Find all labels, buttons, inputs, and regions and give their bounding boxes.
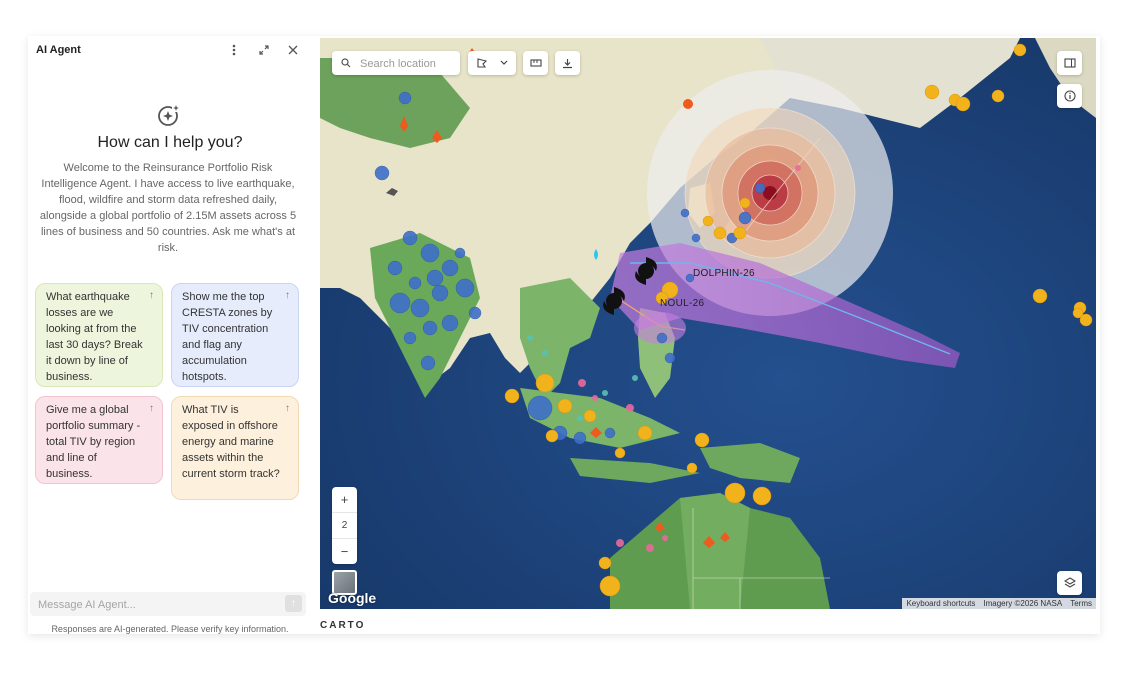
arrow-up-icon: ↑ [285, 290, 290, 301]
chevron-down-icon [500, 60, 508, 65]
info-icon [1063, 90, 1076, 102]
help-heading: How can I help you? [97, 134, 243, 151]
arrow-up-icon: ↑ [285, 403, 290, 414]
arrow-up-icon: ↑ [149, 290, 154, 301]
zoom-control: + 2 − [332, 487, 357, 564]
close-icon[interactable] [284, 41, 302, 59]
download-icon [563, 58, 572, 68]
ai-disclaimer: Responses are AI-generated. Please verif… [51, 624, 289, 634]
imagery-credit: Imagery ©2026 NASA [983, 599, 1063, 608]
side-panel-icon [1063, 58, 1076, 68]
layers-icon [1063, 577, 1076, 588]
download-button[interactable] [555, 51, 580, 75]
zoom-level: 2 [332, 512, 357, 539]
message-input[interactable] [36, 595, 276, 615]
carto-logo: CARTO [320, 620, 366, 631]
map-canvas [320, 38, 1096, 609]
zoom-in-button[interactable]: + [332, 487, 357, 512]
zoom-out-button[interactable]: − [332, 539, 357, 564]
google-logo: Google [328, 590, 377, 606]
message-composer: ↑ [30, 592, 306, 616]
welcome-text: Welcome to the Reinsurance Portfolio Ris… [39, 162, 297, 254]
suggestion-offshore-energy[interactable]: ↑ What TIV is exposed in offshore energy… [171, 396, 299, 500]
suggestion-text: What earthquake losses are we looking at… [46, 291, 143, 383]
map-attribution: Keyboard shortcuts Imagery ©2026 NASA Te… [902, 598, 1096, 609]
ai-sparkle-icon [158, 104, 180, 126]
suggestion-text: What TIV is exposed in offshore energy a… [182, 404, 280, 480]
location-search [332, 51, 460, 75]
arrow-up-icon: ↑ [149, 403, 154, 414]
info-button[interactable] [1057, 84, 1082, 108]
suggestion-text: Give me a global portfolio summary - tot… [46, 404, 141, 480]
map-view[interactable]: DOLPHIN-26 NOUL-26 + 2 − Google Keyboard… [320, 38, 1096, 609]
draw-polygon-icon [477, 58, 488, 68]
search-location-input[interactable] [358, 54, 460, 74]
panel-title: AI Agent [36, 44, 81, 56]
storm-label-noul: NOUL-26 [660, 298, 705, 309]
ai-agent-panel: AI Agent How can I help you? Welcome to … [28, 36, 312, 634]
keyboard-shortcuts-link[interactable]: Keyboard shortcuts [902, 598, 979, 609]
suggestion-portfolio-summary[interactable]: ↑ Give me a global portfolio summary - t… [35, 396, 163, 484]
suggestion-text: Show me the top CRESTA zones by TIV conc… [182, 291, 273, 383]
suggestion-cresta-zones[interactable]: ↑ Show me the top CRESTA zones by TIV co… [171, 283, 299, 387]
draw-tool-dropdown[interactable] [468, 51, 516, 75]
search-icon [341, 58, 351, 68]
app-window: AI Agent How can I help you? Welcome to … [28, 36, 1100, 634]
layers-button[interactable] [1057, 571, 1082, 595]
expand-icon[interactable] [255, 41, 273, 59]
more-options-icon[interactable] [225, 41, 243, 59]
ruler-icon [529, 59, 542, 67]
suggestion-earthquake-losses[interactable]: ↑ What earthquake losses are we looking … [35, 283, 163, 387]
storm-label-dolphin: DOLPHIN-26 [693, 268, 755, 279]
measure-button[interactable] [523, 51, 548, 75]
terms-link[interactable]: Terms [1066, 598, 1096, 609]
send-button[interactable]: ↑ [285, 595, 302, 612]
toggle-panel-button[interactable] [1057, 51, 1082, 75]
